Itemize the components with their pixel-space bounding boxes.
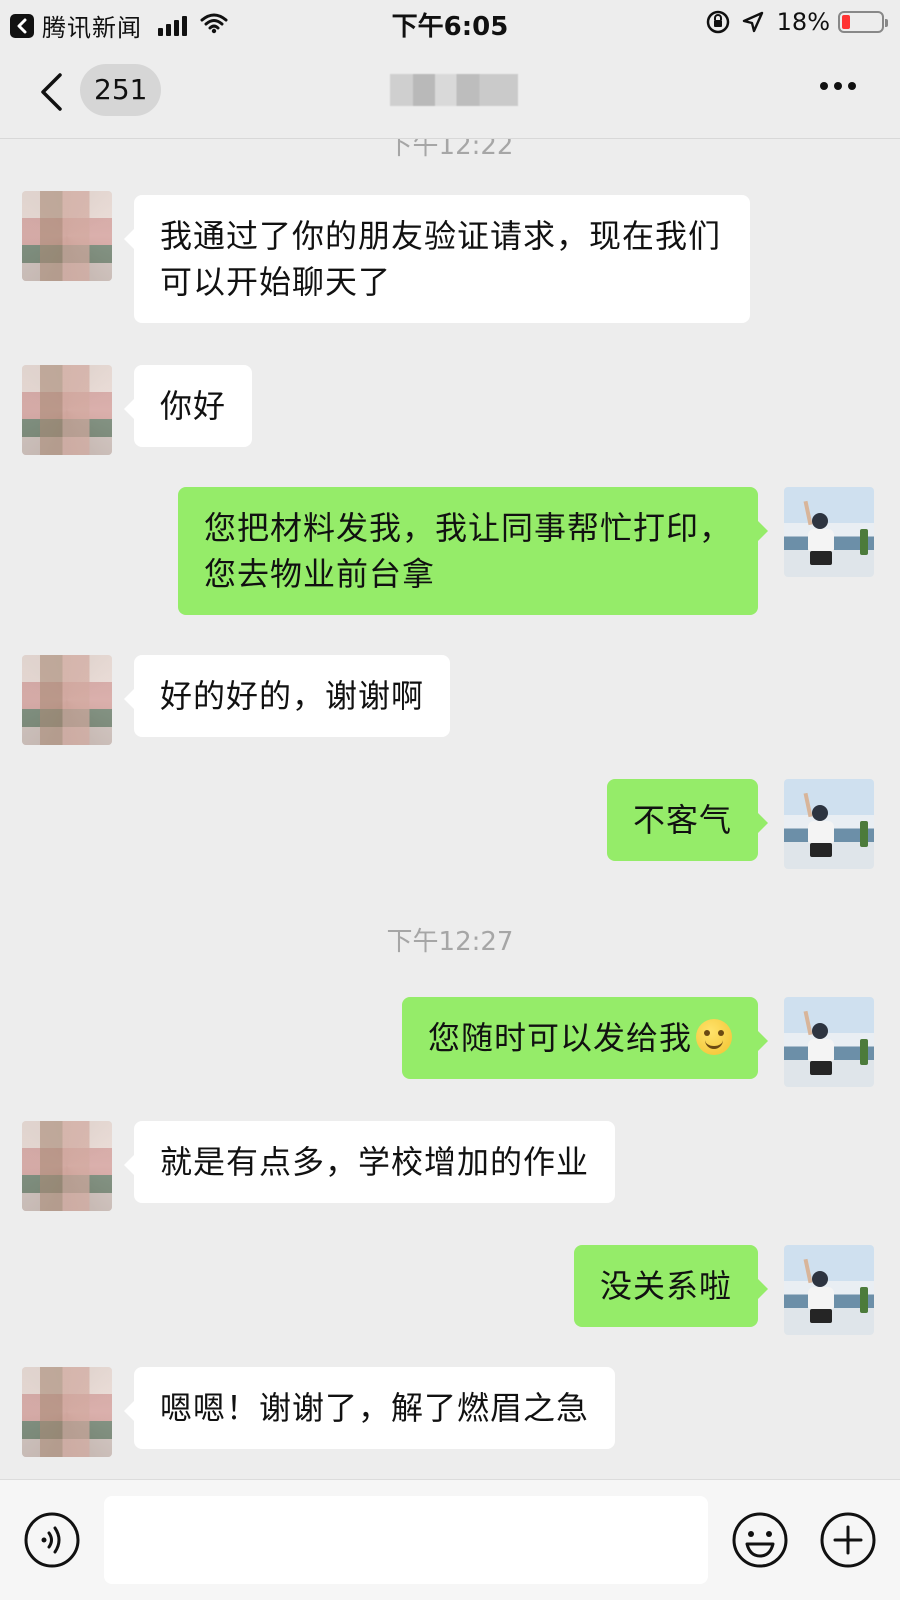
status-bar: 腾讯新闻 下午6:05 18% — [0, 0, 900, 44]
message-list[interactable]: 下午12:22 我通过了你的朋友验证请求，现在我们可以开始聊天了 你好 您把材料… — [0, 139, 900, 1479]
contact-avatar[interactable] — [22, 655, 112, 745]
message-input[interactable] — [104, 1496, 708, 1584]
incoming-message[interactable]: 我通过了你的朋友验证请求，现在我们可以开始聊天了 — [124, 195, 750, 323]
back-chevron-icon[interactable] — [38, 72, 64, 116]
status-right: 18% — [695, 8, 888, 36]
unread-count-badge[interactable]: 251 — [80, 64, 162, 116]
battery-icon — [838, 11, 888, 33]
outgoing-message[interactable]: 不客气 — [606, 779, 769, 861]
my-avatar[interactable] — [784, 779, 874, 869]
timestamp: 下午12:27 — [386, 927, 514, 957]
chat-header: 251 — [0, 44, 900, 139]
more-options-icon[interactable] — [814, 82, 856, 90]
input-bar — [0, 1479, 900, 1600]
message-text: 您随时可以发给我 — [427, 1019, 692, 1057]
incoming-message[interactable]: 嗯嗯！谢谢了，解了燃眉之急 — [123, 1367, 616, 1449]
voice-icon[interactable] — [22, 1510, 82, 1574]
contact-avatar[interactable] — [22, 1121, 112, 1211]
battery-percent: 18% — [776, 8, 830, 36]
my-avatar[interactable] — [784, 997, 874, 1087]
plus-icon[interactable] — [818, 1510, 878, 1574]
incoming-message[interactable]: 好的好的，谢谢啊 — [123, 655, 451, 737]
chat-title-redacted — [390, 74, 518, 106]
incoming-message[interactable]: 就是有点多，学校增加的作业 — [123, 1121, 616, 1203]
incoming-message[interactable]: 你好 — [123, 365, 253, 447]
contact-avatar[interactable] — [22, 1367, 112, 1457]
contact-avatar[interactable] — [22, 365, 112, 455]
my-avatar[interactable] — [784, 487, 874, 577]
timestamp: 下午12:22 — [386, 139, 514, 161]
orientation-lock-icon — [705, 9, 731, 35]
outgoing-message[interactable]: 您随时可以发给我 — [401, 997, 769, 1079]
location-icon — [741, 10, 765, 34]
smile-emoji-icon — [696, 1019, 732, 1055]
emoji-icon[interactable] — [730, 1510, 790, 1574]
outgoing-message[interactable]: 您把材料发我，我让同事帮忙打印，您去物业前台拿 — [178, 487, 768, 615]
my-avatar[interactable] — [784, 1245, 874, 1335]
contact-avatar[interactable] — [22, 191, 112, 281]
outgoing-message[interactable]: 没关系啦 — [573, 1245, 769, 1327]
